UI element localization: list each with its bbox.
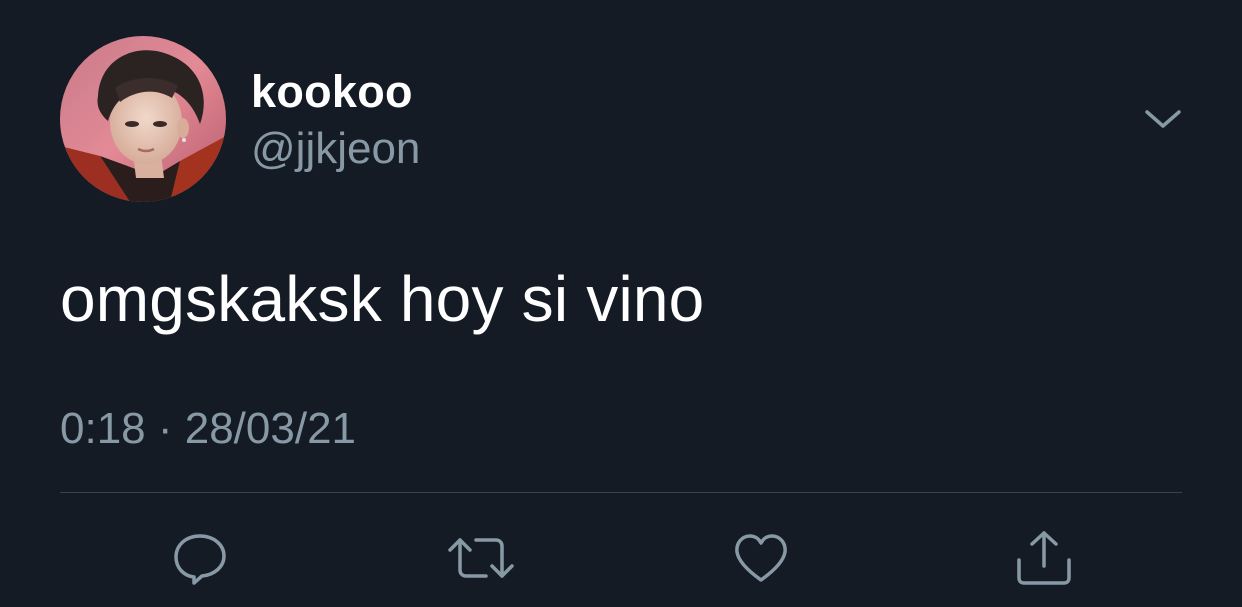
share-button[interactable] <box>1015 530 1071 586</box>
retweet-icon <box>448 538 514 578</box>
reply-button[interactable] <box>172 530 228 586</box>
avatar-image <box>60 36 226 202</box>
tweet-timestamp[interactable]: 0:18 · 28/03/21 <box>60 404 356 454</box>
user-handle[interactable]: @jjkjeon <box>251 124 420 174</box>
retweet-button[interactable] <box>446 530 514 586</box>
heart-icon <box>735 534 787 582</box>
chevron-down-icon[interactable] <box>1143 104 1183 134</box>
tweet-text: omgskaksk hoy si vino <box>60 263 705 335</box>
like-button[interactable] <box>733 530 789 586</box>
divider <box>60 492 1182 493</box>
avatar[interactable] <box>60 36 226 202</box>
comment-icon <box>174 534 226 585</box>
share-icon <box>1017 531 1071 585</box>
tweet-card: kookoo @jjkjeon omgskaksk hoy si vino 0:… <box>0 0 1242 607</box>
display-name[interactable]: kookoo <box>251 66 413 118</box>
